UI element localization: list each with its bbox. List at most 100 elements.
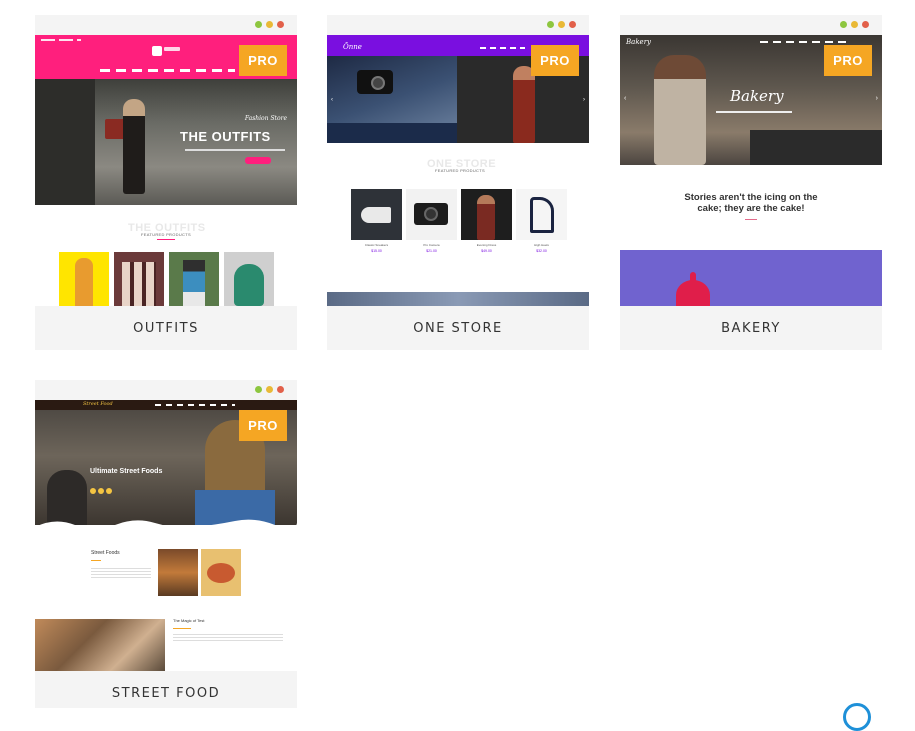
hero-image: Fashion Store THE OUTFITS (35, 79, 297, 205)
product-image (461, 189, 512, 240)
product-price: $32.00 (536, 249, 547, 253)
section2-desc (173, 634, 283, 642)
counter-shape (750, 130, 882, 165)
yellow-dot-icon (851, 21, 858, 28)
quote-text: Stories aren't the icing on the cake; th… (684, 192, 818, 214)
product-price: $15.00 (371, 249, 382, 253)
logo-text: Bakery (626, 38, 652, 46)
template-preview[interactable]: PRO Street Food Ultimate Street Foods St… (35, 400, 297, 671)
product-thumb[interactable] (114, 252, 164, 306)
template-name[interactable]: OUTFITS (35, 306, 297, 350)
yellow-dot-icon (558, 21, 565, 28)
site-header: Street Food (35, 400, 297, 410)
section1-desc (91, 568, 151, 578)
green-dot-icon (255, 21, 262, 28)
window-chrome (35, 380, 297, 400)
yellow-dot-icon (266, 21, 273, 28)
nav-menu (100, 69, 235, 72)
nav-menu (155, 404, 235, 406)
product-price: $21.00 (426, 249, 437, 253)
top-bar-links (41, 39, 81, 41)
template-name[interactable]: BAKERY (620, 306, 882, 350)
logo-text: Ōnne (343, 43, 362, 51)
green-dot-icon (255, 386, 262, 393)
logo-text: Street Food (83, 401, 113, 407)
hero-script: Bakery (730, 87, 784, 105)
window-chrome (620, 15, 882, 35)
section-subtitle: FEATURED PRODUCTS (435, 168, 485, 173)
nav-menu (480, 47, 525, 49)
green-dot-icon (840, 21, 847, 28)
hero-desc (185, 149, 285, 151)
pro-badge: PRO (239, 45, 287, 76)
hero-title: THE OUTFITS (180, 129, 271, 144)
product-card[interactable]: Evening Dress $49.00 (461, 189, 512, 261)
section1-title: Street Foods (91, 550, 120, 556)
product-thumb[interactable] (169, 252, 219, 306)
template-card-outfits[interactable]: PRO Fashion Store THE OUTFITS THE OUTFIT… (35, 15, 297, 350)
chat-widget-icon[interactable] (843, 703, 871, 731)
window-chrome (327, 15, 589, 35)
template-card-street-food[interactable]: PRO Street Food Ultimate Street Foods St… (35, 380, 297, 708)
red-dot-icon (277, 386, 284, 393)
product-image (351, 189, 402, 240)
hero-buttons[interactable] (90, 488, 116, 494)
product-price: $49.00 (481, 249, 492, 253)
product-card[interactable]: Pro Camera $21.00 (406, 189, 457, 261)
product-image (516, 189, 567, 240)
product-name: High Heels (534, 243, 549, 247)
window-chrome (35, 15, 297, 35)
template-preview[interactable]: PRO Fashion Store THE OUTFITS THE OUTFIT… (35, 35, 297, 306)
section-subtitle: FEATURED PRODUCTS (141, 232, 191, 237)
footer-banner (327, 292, 589, 306)
section1-underline (91, 560, 101, 561)
nav-menu (760, 41, 850, 43)
food-image (158, 549, 198, 596)
template-name[interactable]: ONE STORE (327, 306, 589, 350)
slider-prev-icon[interactable]: ‹ (624, 95, 626, 102)
wave-divider (35, 519, 297, 537)
logo-icon (152, 46, 162, 56)
product-name: Classic Sneakers (364, 243, 389, 247)
pro-badge: PRO (239, 410, 287, 441)
slider-prev-icon[interactable]: ‹ (331, 97, 333, 103)
yellow-dot-icon (266, 386, 273, 393)
pro-badge: PRO (531, 45, 579, 76)
template-name[interactable]: STREET FOOD (35, 671, 297, 708)
bottom-photo (35, 619, 165, 671)
template-preview[interactable]: PRO Ōnne ‹ › ONE STORE FEATURED PRODUCTS… (327, 35, 589, 306)
hero-title: Ultimate Street Foods (90, 468, 163, 475)
cupcake-shape (676, 280, 710, 306)
product-name: Pro Camera (423, 243, 440, 247)
woman-figure (123, 99, 145, 194)
red-dot-icon (862, 21, 869, 28)
hero-slide-left (327, 56, 457, 143)
baker-figure (654, 55, 706, 165)
feature-banner (620, 250, 882, 306)
template-preview[interactable]: PRO Bakery Bakery ‹ › Stories aren't the… (620, 35, 882, 306)
slider-next-icon[interactable]: › (876, 95, 878, 102)
quote-underline (745, 219, 757, 220)
section2-underline (173, 628, 191, 629)
product-card[interactable]: High Heels $32.00 (516, 189, 567, 261)
red-dot-icon (277, 21, 284, 28)
red-dot-icon (569, 21, 576, 28)
building-shape (35, 79, 95, 205)
green-dot-icon (547, 21, 554, 28)
product-name: Evening Dress (476, 243, 497, 247)
section2-title: The Magic of Test (173, 618, 205, 623)
product-card[interactable]: Classic Sneakers $15.00 (351, 189, 402, 261)
logo-text (164, 47, 180, 51)
template-card-one-store[interactable]: PRO Ōnne ‹ › ONE STORE FEATURED PRODUCTS… (327, 15, 589, 350)
product-image (406, 189, 457, 240)
section-underline (157, 239, 175, 240)
hero-button[interactable] (245, 157, 271, 164)
product-thumb[interactable] (59, 252, 109, 306)
template-card-bakery[interactable]: PRO Bakery Bakery ‹ › Stories aren't the… (620, 15, 882, 350)
slider-next-icon[interactable]: › (583, 97, 585, 103)
product-thumb[interactable] (224, 252, 274, 306)
hero-script: Fashion Store (244, 115, 287, 122)
food-image (201, 549, 241, 596)
hero-desc (716, 111, 792, 113)
pro-badge: PRO (824, 45, 872, 76)
